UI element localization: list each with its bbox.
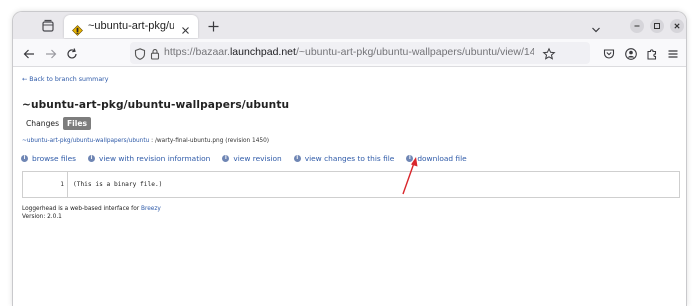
annotation-arrow-icon: [402, 157, 418, 195]
